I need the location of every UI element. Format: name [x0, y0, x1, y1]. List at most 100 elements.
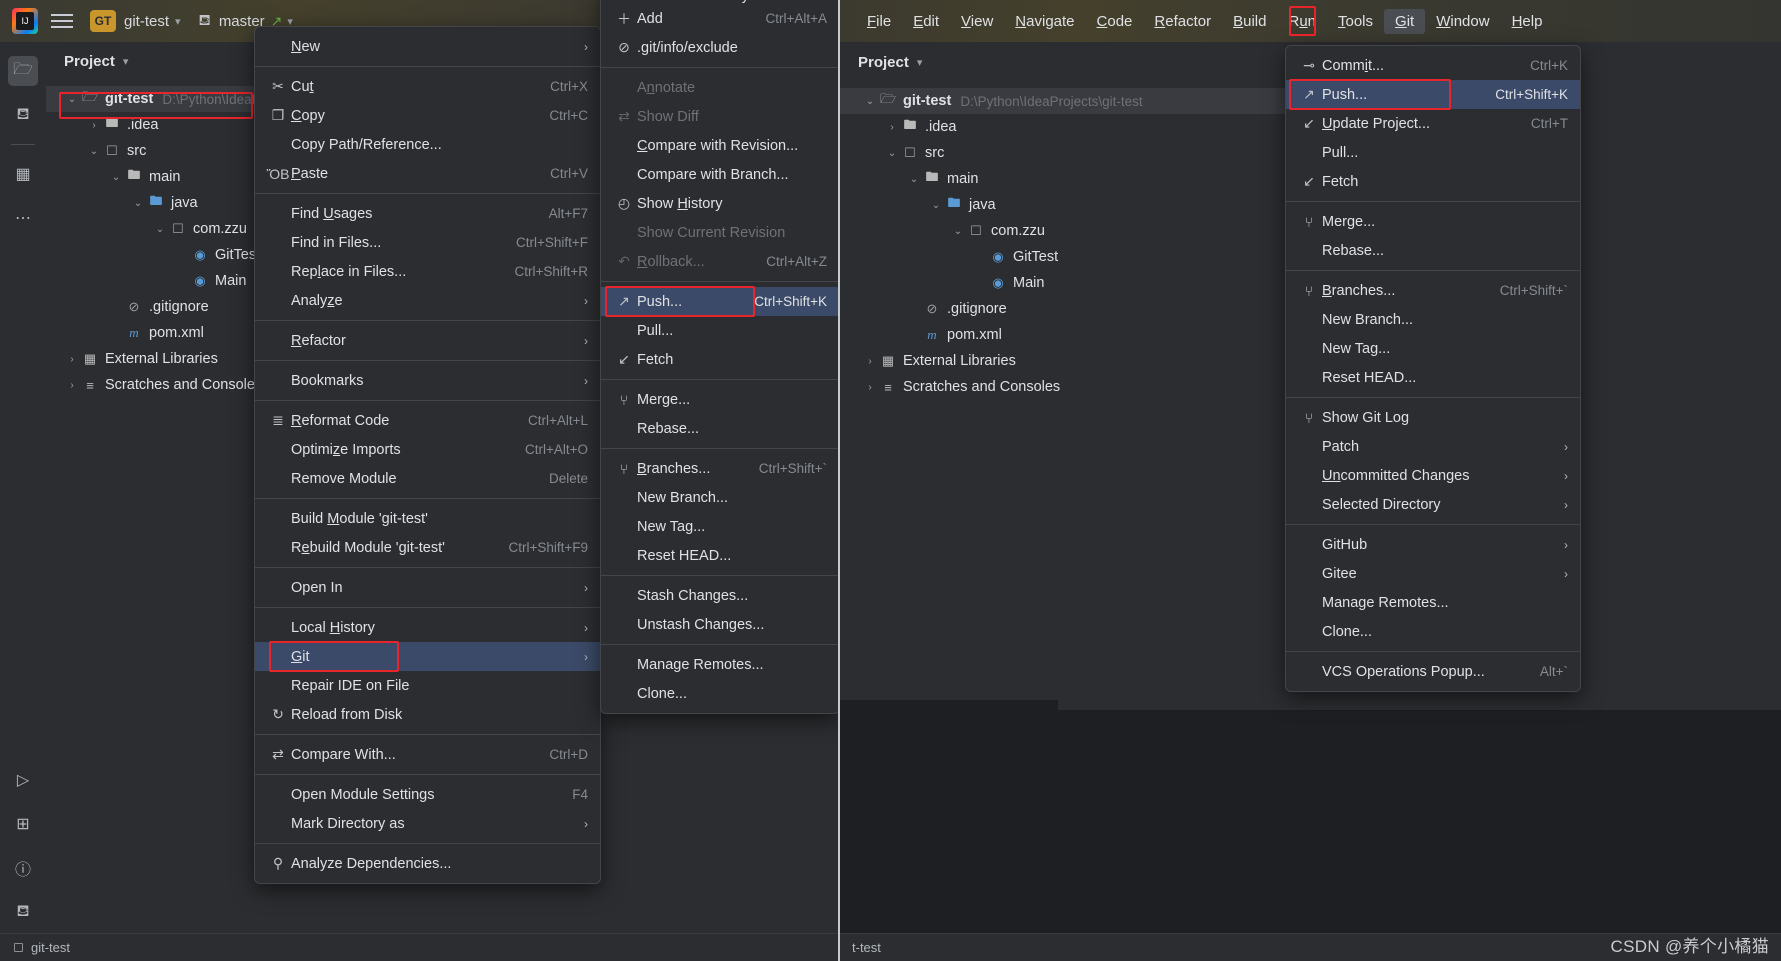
right-panel-chevron-down-icon[interactable]: ▾ [917, 56, 923, 69]
gitmenu-branches[interactable]: ⑂ Branches... Ctrl+Shift+` [1286, 276, 1580, 305]
menu-item-replace-in-files[interactable]: Replace in Files... Ctrl+Shift+R [255, 257, 600, 286]
menubar-window[interactable]: Window [1425, 9, 1500, 34]
chevron-down-icon[interactable]: ▾ [175, 15, 181, 28]
gitmenu-fetch[interactable]: ↙ Fetch [1286, 167, 1580, 196]
git-menu-merge[interactable]: ⑂ Merge... [601, 385, 839, 414]
gitmenu-merge[interactable]: ⑂ Merge... [1286, 207, 1580, 236]
git-menu-pull[interactable]: Pull... [601, 316, 839, 345]
git-menu-clone[interactable]: Clone... [601, 679, 839, 708]
chevron-right-icon[interactable]: › [64, 354, 80, 365]
menu-item-git[interactable]: Git › [255, 642, 600, 671]
gitmenu-new-tag[interactable]: New Tag... [1286, 334, 1580, 363]
menubar-navigate[interactable]: Navigate [1004, 9, 1085, 34]
git-menu-new-tag[interactable]: New Tag... [601, 512, 839, 541]
problems-icon[interactable]: ⓘ [8, 853, 38, 883]
menu-item-reformat-code[interactable]: ≣ Reformat Code Ctrl+Alt+L [255, 406, 600, 435]
gitmenu-vcs-operations-popup[interactable]: VCS Operations Popup... Alt+` [1286, 657, 1580, 686]
menu-item-local-history[interactable]: Local History › [255, 613, 600, 642]
chevron-right-icon[interactable]: › [86, 120, 102, 131]
chevron-down-icon[interactable]: ⌄ [906, 174, 922, 185]
project-folder-icon[interactable]: 🗁 [8, 56, 38, 86]
git-menu-show-history[interactable]: ◴ Show History [601, 189, 839, 218]
menubar-tools[interactable]: Tools [1327, 9, 1384, 34]
chevron-down-icon[interactable]: ⌄ [928, 200, 944, 211]
chevron-down-icon[interactable]: ⌄ [950, 226, 966, 237]
git-menu-compare-with-branch[interactable]: Compare with Branch... [601, 160, 839, 189]
menu-item-bookmarks[interactable]: Bookmarks › [255, 366, 600, 395]
gitmenu-uncommitted-changes[interactable]: Uncommitted Changes › [1286, 461, 1580, 490]
menu-item-repair-ide[interactable]: Repair IDE on File [255, 671, 600, 700]
gitmenu-pull[interactable]: Pull... [1286, 138, 1580, 167]
menubar-view[interactable]: View [950, 9, 1004, 34]
chevron-right-icon[interactable]: › [64, 380, 80, 391]
git-submenu[interactable]: Commit Directory...＋AddCtrl+Alt+A⊘.git/i… [600, 0, 840, 714]
chevron-down-icon[interactable]: ⌄ [86, 146, 102, 157]
git-menu-compare-with-revision[interactable]: Compare with Revision... [601, 131, 839, 160]
chevron-right-icon[interactable]: › [884, 122, 900, 133]
menu-item-paste[interactable]: ὌB Paste Ctrl+V [255, 159, 600, 188]
gitmenu-manage-remotes[interactable]: Manage Remotes... [1286, 588, 1580, 617]
menubar-git[interactable]: Git [1384, 8, 1426, 34]
menu-item-open-in[interactable]: Open In › [255, 573, 600, 602]
menubar-build[interactable]: Build [1222, 9, 1277, 34]
git-menubar-dropdown[interactable]: ⊸ Commit... Ctrl+K ↗ Push... Ctrl+Shift+K ↙ Upd… [1285, 45, 1581, 692]
menubar-refactor[interactable]: Refactor [1143, 9, 1222, 34]
gitmenu-new-branch[interactable]: New Branch... [1286, 305, 1580, 334]
structure-icon[interactable]: ▦ [8, 159, 38, 189]
menu-item-refactor[interactable]: Refactor › [255, 326, 600, 355]
git-menu-stash-changes[interactable]: Stash Changes... [601, 581, 839, 610]
git-menu-branches[interactable]: ⑂ Branches... Ctrl+Shift+` [601, 454, 839, 483]
chevron-right-icon[interactable]: › [862, 382, 878, 393]
chevron-down-icon[interactable]: ⌄ [108, 172, 124, 183]
menu-item-find-in-files[interactable]: Find in Files... Ctrl+Shift+F [255, 228, 600, 257]
project-name-label[interactable]: git-test [124, 13, 169, 30]
chevron-right-icon[interactable]: › [862, 356, 878, 367]
gitmenu-clone[interactable]: Clone... [1286, 617, 1580, 646]
menubar-file[interactable]: File [856, 9, 902, 34]
project-context-menu[interactable]: New › ✂ Cut Ctrl+X ❐ Copy Ctrl+C Copy Path/Refer… [254, 26, 601, 884]
more-tool-windows-icon[interactable]: ⋯ [8, 203, 38, 233]
menu-item-cut[interactable]: ✂ Cut Ctrl+X [255, 72, 600, 101]
gitmenu-rebase[interactable]: Rebase... [1286, 236, 1580, 265]
git-menu-add[interactable]: ＋ Add Ctrl+Alt+A [601, 4, 839, 33]
menu-item-compare-with[interactable]: ⇄ Compare With... Ctrl+D [255, 740, 600, 769]
git-menu-rebase[interactable]: Rebase... [601, 414, 839, 443]
menu-item-copy-path[interactable]: Copy Path/Reference... [255, 130, 600, 159]
chevron-down-icon[interactable]: ⌄ [130, 198, 146, 209]
menu-item-build-module[interactable]: Build Module 'git-test' [255, 504, 600, 533]
commit-icon[interactable]: ⛾ [8, 100, 38, 130]
menu-item-mark-directory-as[interactable]: Mark Directory as › [255, 809, 600, 838]
menu-item-optimize-imports[interactable]: Optimize Imports Ctrl+Alt+O [255, 435, 600, 464]
gitmenu-selected-directory[interactable]: Selected Directory › [1286, 490, 1580, 519]
menu-item-reload-from-disk[interactable]: ↻ Reload from Disk [255, 700, 600, 729]
menu-item-remove-module[interactable]: Remove Module Delete [255, 464, 600, 493]
chevron-down-icon[interactable]: ⌄ [152, 224, 168, 235]
menubar-help[interactable]: Help [1501, 9, 1554, 34]
gitmenu-reset-head[interactable]: Reset HEAD... [1286, 363, 1580, 392]
gitmenu-show-git-log[interactable]: ⑂ Show Git Log [1286, 403, 1580, 432]
git-menu-fetch[interactable]: ↙ Fetch [601, 345, 839, 374]
git-tool-icon[interactable]: ⛾ [8, 897, 38, 927]
gitmenu-push[interactable]: ↗ Push... Ctrl+Shift+K [1286, 80, 1580, 109]
chevron-down-icon[interactable]: ⌄ [64, 94, 80, 105]
main-menu-burger-icon[interactable] [48, 8, 76, 34]
menu-item-find-usages[interactable]: Find Usages Alt+F7 [255, 199, 600, 228]
panel-chevron-down-icon[interactable]: ▾ [123, 55, 129, 68]
main-menubar[interactable]: File Edit View Navigate Code Refactor Build Run… [840, 0, 1781, 42]
git-menu-unstash-changes[interactable]: Unstash Changes... [601, 610, 839, 639]
gitmenu-commit[interactable]: ⊸ Commit... Ctrl+K [1286, 51, 1580, 80]
chevron-down-icon[interactable]: ⌄ [884, 148, 900, 159]
git-menu-reset-head[interactable]: Reset HEAD... [601, 541, 839, 570]
gitmenu-update-project[interactable]: ↙ Update Project... Ctrl+T [1286, 109, 1580, 138]
git-menu-push[interactable]: ↗ Push... Ctrl+Shift+K [601, 287, 839, 316]
menu-item-analyze[interactable]: Analyze › [255, 286, 600, 315]
git-menu-new-branch[interactable]: New Branch... [601, 483, 839, 512]
gitmenu-patch[interactable]: Patch › [1286, 432, 1580, 461]
gitmenu-gitee[interactable]: Gitee › [1286, 559, 1580, 588]
terminal-icon[interactable]: ⊞ [8, 809, 38, 839]
chevron-down-icon[interactable]: ⌄ [862, 96, 878, 107]
menubar-edit[interactable]: Edit [902, 9, 950, 34]
menu-item-analyze-dependencies[interactable]: ⚲ Analyze Dependencies... [255, 849, 600, 878]
menu-item-new[interactable]: New › [255, 32, 600, 61]
menu-item-rebuild-module[interactable]: Rebuild Module 'git-test' Ctrl+Shift+F9 [255, 533, 600, 562]
